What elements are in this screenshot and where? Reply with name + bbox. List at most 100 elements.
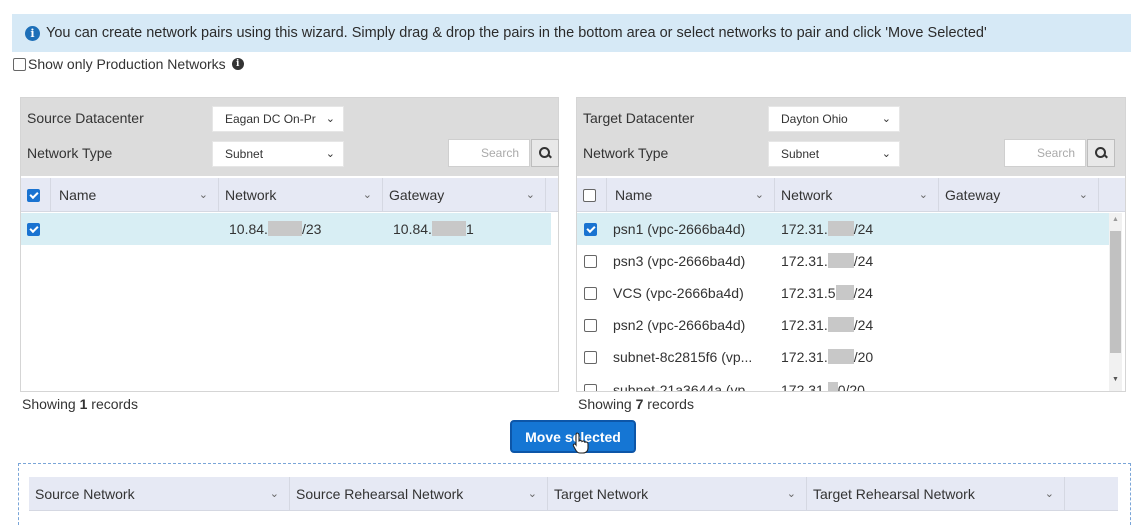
source-search-input[interactable]: Search [448, 139, 530, 167]
target-col-network[interactable]: Network ⌄ [775, 178, 939, 212]
table-row[interactable]: psn3 (vpc-2666ba4d) 172.31./24 [577, 245, 1109, 277]
row-network: 172.31./20 [781, 349, 874, 365]
chevron-down-icon[interactable]: ⌄ [1079, 188, 1088, 201]
source-col-network[interactable]: Network ⌄ [219, 178, 383, 212]
table-row[interactable]: psn2 (vpc-2666ba4d) 172.31./24 [577, 309, 1109, 341]
chevron-down-icon: ⌄ [881, 148, 891, 160]
table-row[interactable]: 10.84./23 10.84. 1 [21, 213, 551, 245]
table-row[interactable]: psn1 (vpc-2666ba4d) 172.31./24 [577, 213, 1109, 245]
pairs-col-source-rehearsal[interactable]: Source Rehearsal Network ⌄ [290, 477, 548, 511]
search-icon [539, 147, 551, 159]
source-datacenter-label: Source Datacenter [27, 110, 144, 126]
row-checkbox[interactable] [27, 222, 40, 236]
table-row[interactable]: subnet-8c2815f6 (vp... 172.31./20 [577, 341, 1109, 373]
target-col-name[interactable]: Name ⌄ [607, 178, 775, 212]
source-network-type-select[interactable]: Subnet ⌄ [212, 141, 344, 167]
pairs-col-source-rehearsal-label: Source Rehearsal Network [296, 486, 464, 502]
row-checkbox[interactable] [584, 222, 597, 236]
source-network-type-label: Network Type [27, 145, 113, 161]
target-datacenter-select[interactable]: Dayton Ohio ⌄ [768, 106, 900, 132]
source-datacenter-select[interactable]: Eagan DC On-Pr ⌄ [212, 106, 344, 132]
table-row[interactable]: VCS (vpc-2666ba4d) 172.31.5/24 [577, 277, 1109, 309]
row-name: subnet-8c2815f6 (vp... [613, 349, 753, 365]
target-search-input[interactable]: Search [1004, 139, 1086, 167]
target-panel: Target Datacenter Dayton Ohio ⌄ Network … [576, 97, 1126, 392]
chevron-down-icon[interactable]: ⌄ [363, 188, 372, 201]
scroll-down-icon[interactable]: ▼ [1112, 376, 1119, 383]
source-col-name-label: Name [59, 187, 97, 203]
chevron-down-icon: ⌄ [325, 113, 335, 125]
target-network-type-select[interactable]: Subnet ⌄ [768, 141, 900, 167]
chevron-down-icon: ⌄ [325, 148, 335, 160]
row-checkbox[interactable] [584, 254, 597, 268]
source-col-gateway[interactable]: Gateway ⌄ [383, 178, 546, 212]
row-name: VCS (vpc-2666ba4d) [613, 285, 744, 301]
pairs-col-target-network-label: Target Network [554, 486, 649, 502]
chevron-down-icon[interactable]: ⌄ [526, 188, 535, 201]
target-grid-header: Name ⌄ Network ⌄ Gateway ⌄ [577, 178, 1125, 212]
redacted-block [827, 349, 854, 364]
row-network: 172.31./24 [781, 253, 874, 269]
hand-cursor-icon [572, 432, 589, 454]
row-name: subnet-21a3644a (vp... [613, 382, 757, 392]
chevron-down-icon[interactable]: ⌄ [919, 188, 928, 201]
target-col-gateway[interactable]: Gateway ⌄ [939, 178, 1099, 212]
source-col-name[interactable]: Name ⌄ [51, 178, 219, 212]
row-checkbox[interactable] [584, 383, 597, 391]
chevron-down-icon[interactable]: ⌄ [787, 487, 796, 500]
production-filter[interactable]: Show only Production Networks i [13, 56, 244, 72]
info-banner: i You can create network pairs using thi… [12, 14, 1131, 52]
target-panel-header: Target Datacenter Dayton Ohio ⌄ Network … [577, 98, 1125, 176]
scrollbar-thumb[interactable] [1110, 231, 1121, 353]
pairs-col-target-rehearsal-label: Target Rehearsal Network [813, 486, 975, 502]
source-select-all-checkbox[interactable] [27, 188, 40, 202]
target-scrollbar[interactable]: ▲ ▼ [1109, 213, 1122, 391]
target-datacenter-value: Dayton Ohio [781, 112, 848, 126]
target-search-placeholder: Search [1036, 146, 1075, 160]
chevron-down-icon[interactable]: ⌄ [199, 188, 208, 201]
source-col-network-label: Network [225, 187, 277, 203]
row-checkbox[interactable] [584, 350, 597, 364]
target-col-name-label: Name [615, 187, 653, 203]
info-icon: i [25, 25, 40, 41]
target-select-all-checkbox[interactable] [583, 188, 596, 202]
source-search-placeholder: Search [480, 146, 519, 160]
table-row[interactable]: subnet-21a3644a (vp... 172.31. 0/20 [577, 374, 1109, 392]
production-filter-label: Show only Production Networks [28, 56, 226, 72]
source-network-type-value: Subnet [225, 147, 264, 161]
target-search-button[interactable] [1087, 139, 1115, 167]
target-select-all[interactable] [577, 178, 607, 212]
row-checkbox[interactable] [584, 286, 597, 300]
pairs-col-target-rehearsal[interactable]: Target Rehearsal Network ⌄ [807, 477, 1065, 511]
source-grid-header: Name ⌄ Network ⌄ Gateway ⌄ [21, 178, 558, 212]
source-select-all[interactable] [21, 178, 51, 212]
production-filter-checkbox[interactable] [13, 57, 26, 71]
production-info-icon[interactable]: i [231, 58, 244, 70]
chevron-down-icon[interactable]: ⌄ [270, 487, 279, 500]
source-search-button[interactable] [531, 139, 559, 167]
info-banner-text: You can create network pairs using this … [46, 25, 987, 41]
redacted-block [827, 382, 838, 391]
pairs-col-target-network[interactable]: Target Network ⌄ [548, 477, 807, 511]
row-name: psn1 (vpc-2666ba4d) [613, 221, 746, 237]
redacted-block [431, 221, 466, 236]
row-checkbox[interactable] [584, 318, 597, 332]
pairs-col-source-network-label: Source Network [35, 486, 135, 502]
source-col-gateway-label: Gateway [389, 187, 445, 203]
pairs-col-actions [1065, 477, 1118, 511]
source-panel-header: Source Datacenter Eagan DC On-Pr ⌄ Netwo… [21, 98, 559, 176]
row-gateway: 10.84. 1 [393, 221, 474, 237]
row-name: psn3 (vpc-2666ba4d) [613, 253, 746, 269]
chevron-down-icon[interactable]: ⌄ [755, 188, 764, 201]
row-network: 172.31./24 [781, 221, 874, 237]
row-network: 172.31./24 [781, 317, 874, 333]
pairs-col-source-network[interactable]: Source Network ⌄ [29, 477, 290, 511]
chevron-down-icon[interactable]: ⌄ [528, 487, 537, 500]
redacted-block [827, 253, 854, 268]
chevron-down-icon[interactable]: ⌄ [1045, 487, 1054, 500]
scroll-up-icon[interactable]: ▲ [1112, 216, 1119, 223]
row-network: 10.84./23 [229, 221, 322, 237]
redacted-block [835, 285, 854, 300]
pairs-grid-header: Source Network ⌄ Source Rehearsal Networ… [29, 477, 1118, 511]
target-col-gateway-label: Gateway [945, 187, 1001, 203]
